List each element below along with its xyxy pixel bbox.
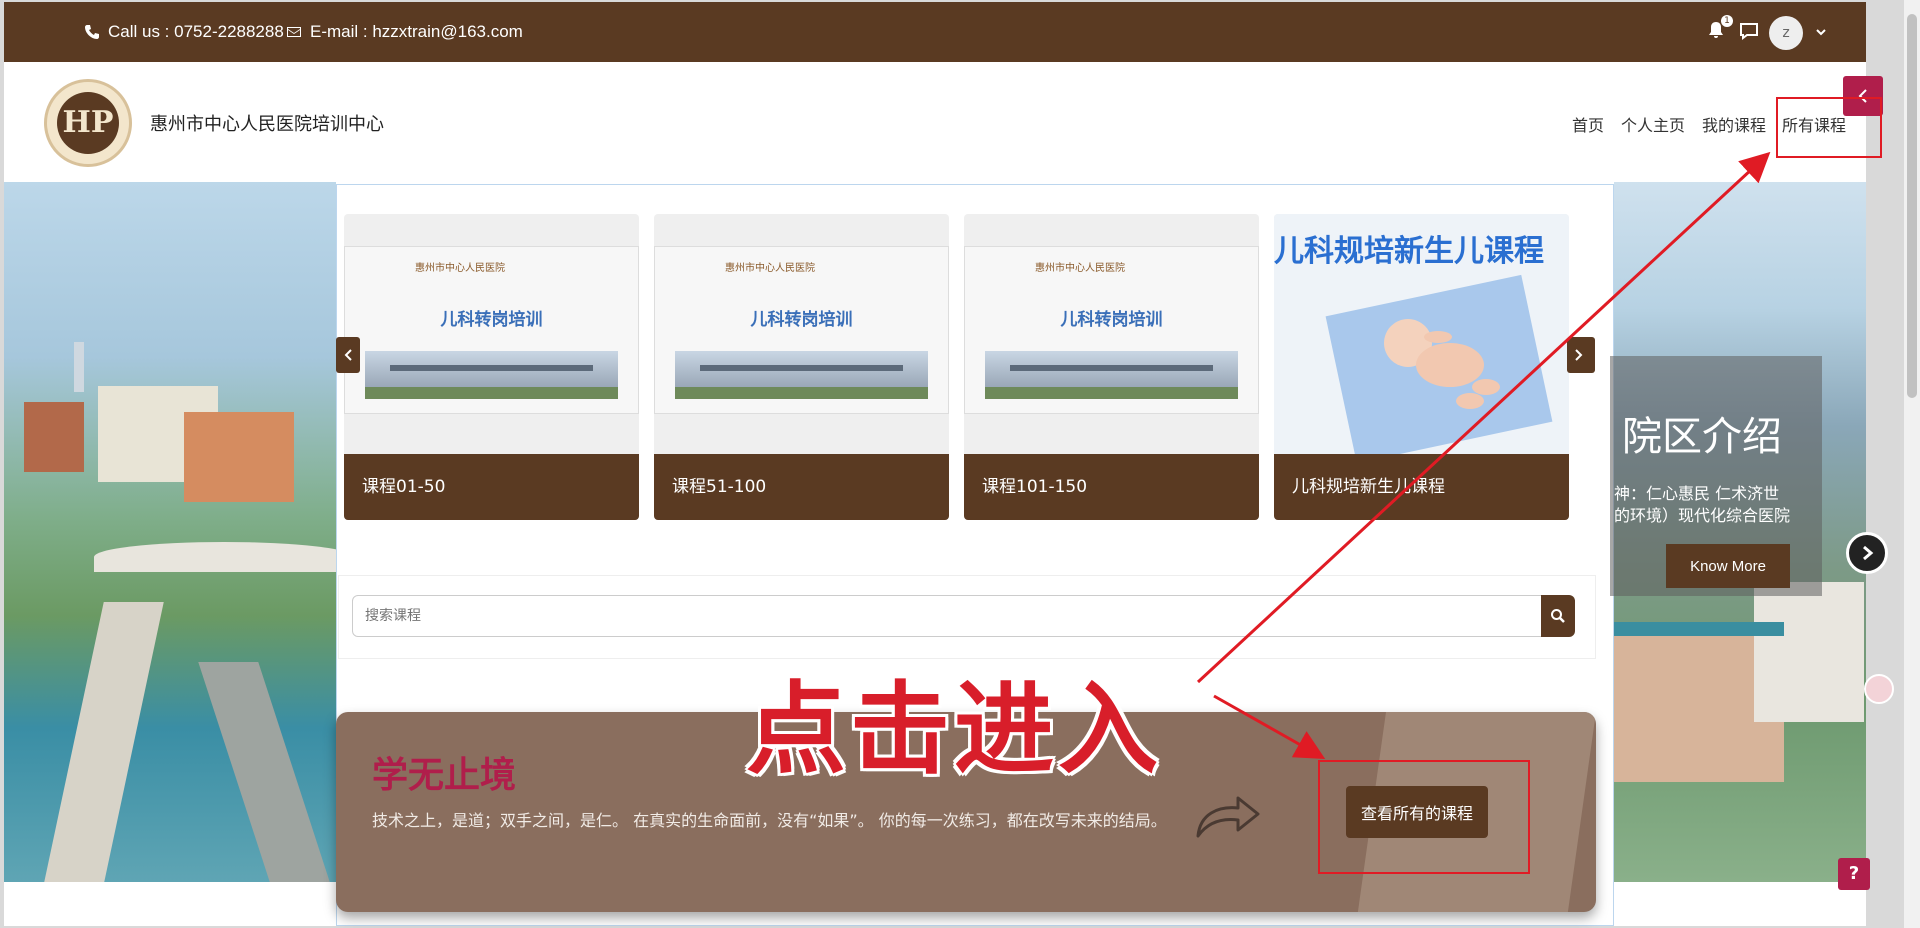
search-button[interactable] [1541, 595, 1575, 637]
banner-text: 技术之上，是道；双手之间，是仁。 在真实的生命面前，没有“如果”。 你的每一次练… [372, 811, 1167, 830]
card-hospital-name: 惠州市中心人民医院 [415, 263, 505, 274]
notification-badge: 1 [1721, 15, 1733, 27]
email-contact: E-mail : hzzxtrain@163.com [286, 22, 523, 42]
hospital-logo[interactable]: HP [44, 79, 132, 167]
course-card[interactable]: 惠州市中心人民医院 儿科转岗培训 课程101-150 [964, 214, 1259, 520]
accessibility-icon[interactable] [1864, 674, 1894, 704]
phone-text: Call us : 0752-2288288 [108, 22, 284, 41]
carousel-next-button[interactable] [1567, 337, 1595, 373]
carousel-prev-button[interactable] [336, 337, 360, 373]
banner-title: 学无止境 [372, 755, 517, 796]
curved-arrow-icon [1196, 796, 1260, 838]
course-card-label: 课程01-50 [344, 454, 639, 520]
mail-icon [287, 27, 301, 37]
annotation-box-nav [1776, 97, 1882, 158]
course-card-image: 儿科规培新生儿课程 [1274, 214, 1569, 464]
campus-photo-left [4, 182, 354, 882]
phone-contact: Call us : 0752-2288288 [84, 22, 284, 42]
slider-subtitle-2: 的环境）现代化综合医院 [1614, 506, 1791, 525]
chevron-down-icon[interactable] [1815, 26, 1827, 38]
logo-mark: HP [57, 92, 119, 154]
baby-illustration [1384, 319, 1500, 409]
course-search-input[interactable] [352, 595, 1542, 637]
chevron-left-icon [344, 349, 352, 361]
email-text: E-mail : hzzxtrain@163.com [310, 22, 523, 41]
course-card-image: 惠州市中心人民医院 儿科转岗培训 [964, 246, 1259, 414]
nav-home[interactable]: 首页 [1572, 112, 1604, 136]
help-button[interactable]: ? [1838, 858, 1870, 890]
course-card-label: 课程51-100 [654, 454, 949, 520]
card-image-title: 儿科转岗培训 [1060, 310, 1163, 330]
site-name[interactable]: 惠州市中心人民医院培训中心 [150, 110, 384, 136]
top-contact-bar: Call us : 0752-2288288 E-mail : hzzxtrai… [4, 2, 1866, 62]
card-image-title: 儿科转岗培训 [440, 310, 543, 330]
card-hospital-name: 惠州市中心人民医院 [1035, 263, 1125, 274]
course-carousel: 惠州市中心人民医院 儿科转岗培训 课程01-50 惠州市中心人民医院 儿科转岗培… [344, 214, 1594, 520]
course-card[interactable]: 儿科规培新生儿课程 儿科规培新生儿课程 [1274, 214, 1569, 520]
course-card-image: 惠州市中心人民医院 儿科转岗培训 [344, 246, 639, 414]
card-image-title: 儿科规培新生儿课程 [1274, 234, 1544, 269]
phone-icon [85, 25, 99, 39]
course-card-image: 惠州市中心人民医院 儿科转岗培训 [654, 246, 949, 414]
slider-subtitle-1: 神：仁心惠民 仁术济世 [1614, 484, 1780, 503]
slider-title: 院区介绍 [1622, 414, 1782, 460]
card-hospital-name: 惠州市中心人民医院 [725, 263, 815, 274]
search-icon [1551, 609, 1565, 623]
chevron-right-icon [1863, 545, 1874, 561]
scrollbar-thumb[interactable] [1907, 14, 1917, 398]
annotation-box-button [1318, 760, 1530, 874]
annotation-text: 点击进入 [746, 671, 1162, 788]
slider-next-button[interactable] [1846, 532, 1888, 574]
card-image-title: 儿科转岗培训 [750, 310, 853, 330]
site-header: HP 惠州市中心人民医院培训中心 首页 个人主页 我的课程 所有课程 [4, 62, 1866, 182]
nav-profile[interactable]: 个人主页 [1621, 112, 1685, 136]
chevron-right-icon [1575, 349, 1583, 361]
course-card[interactable]: 惠州市中心人民医院 儿科转岗培训 课程01-50 [344, 214, 639, 520]
user-avatar[interactable]: z [1769, 16, 1803, 50]
course-card-label: 课程101-150 [964, 454, 1259, 520]
know-more-button[interactable]: Know More [1666, 544, 1790, 588]
message-icon[interactable] [1737, 19, 1761, 43]
course-card-label: 儿科规培新生儿课程 [1274, 454, 1569, 520]
course-card[interactable]: 惠州市中心人民医院 儿科转岗培训 课程51-100 [654, 214, 949, 520]
nav-my-courses[interactable]: 我的课程 [1702, 112, 1766, 136]
